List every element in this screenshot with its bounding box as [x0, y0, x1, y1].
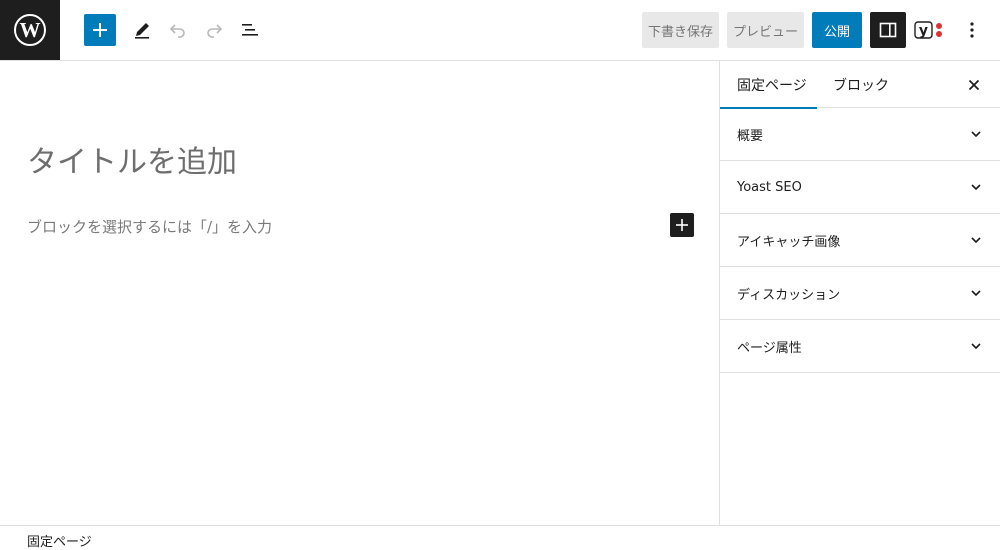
sidebar-toggle-icon — [879, 22, 897, 38]
pencil-icon — [135, 23, 149, 39]
wordpress-logo-icon[interactable]: W — [0, 0, 60, 60]
panel-yoast-seo[interactable]: Yoast SEO — [720, 161, 1000, 214]
more-vertical-icon — [970, 22, 974, 38]
tab-block[interactable]: ブロック — [833, 61, 889, 108]
sidebar-tabs: 固定ページ ブロック — [720, 61, 1000, 109]
block-breadcrumb[interactable]: 固定ページ — [27, 531, 92, 550]
plus-icon — [676, 219, 688, 231]
plus-icon — [93, 23, 107, 37]
tab-page[interactable]: 固定ページ — [720, 61, 817, 109]
panel-page-attributes[interactable]: ページ属性 — [720, 320, 1000, 373]
svg-text:W: W — [20, 18, 41, 42]
settings-toggle-button[interactable] — [870, 12, 906, 48]
options-menu-button[interactable] — [956, 14, 988, 46]
redo-icon — [207, 24, 223, 38]
preview-button[interactable]: プレビュー — [727, 12, 804, 48]
editor-header: W 下書き保存 プレビュー 公開 y — [0, 0, 1000, 61]
default-block-appender[interactable]: ブロックを選択するには「/」を入力 — [27, 216, 272, 237]
close-icon — [968, 79, 980, 91]
undo-icon — [169, 24, 185, 38]
close-sidebar-button[interactable] — [958, 69, 990, 101]
chevron-down-icon — [971, 131, 981, 138]
redo-button[interactable] — [198, 14, 230, 46]
panel-label: ページ属性 — [737, 340, 802, 356]
panel-label: ディスカッション — [737, 287, 841, 303]
chevron-down-icon — [971, 184, 981, 191]
yoast-icon: y — [914, 21, 942, 39]
block-inserter-button[interactable] — [84, 14, 116, 46]
yoast-button[interactable]: y — [912, 14, 946, 46]
post-title-input[interactable]: タイトルを追加 — [27, 137, 237, 181]
inline-block-inserter-button[interactable] — [670, 213, 694, 237]
chevron-down-icon — [971, 237, 981, 244]
panel-discussion[interactable]: ディスカッション — [720, 267, 1000, 320]
publish-button[interactable]: 公開 — [812, 12, 862, 48]
tools-button[interactable] — [126, 14, 158, 46]
panel-featured-image[interactable]: アイキャッチ画像 — [720, 214, 1000, 267]
editor-footer: 固定ページ — [0, 525, 1000, 550]
save-draft-button[interactable]: 下書き保存 — [642, 12, 719, 48]
settings-sidebar: 固定ページ ブロック 概要 Yoast SEO アイキャッチ画像 ディスカッショ… — [719, 61, 1000, 525]
panel-label: Yoast SEO — [737, 179, 802, 195]
list-view-icon — [242, 24, 258, 36]
list-view-button[interactable] — [234, 14, 266, 46]
chevron-down-icon — [971, 343, 981, 350]
panel-summary[interactable]: 概要 — [720, 108, 1000, 161]
svg-text:y: y — [919, 23, 928, 39]
panel-label: 概要 — [737, 128, 764, 144]
panel-label: アイキャッチ画像 — [737, 234, 841, 250]
chevron-down-icon — [971, 290, 981, 297]
editor-canvas: タイトルを追加 ブロックを選択するには「/」を入力 — [0, 61, 719, 525]
undo-button[interactable] — [162, 14, 194, 46]
